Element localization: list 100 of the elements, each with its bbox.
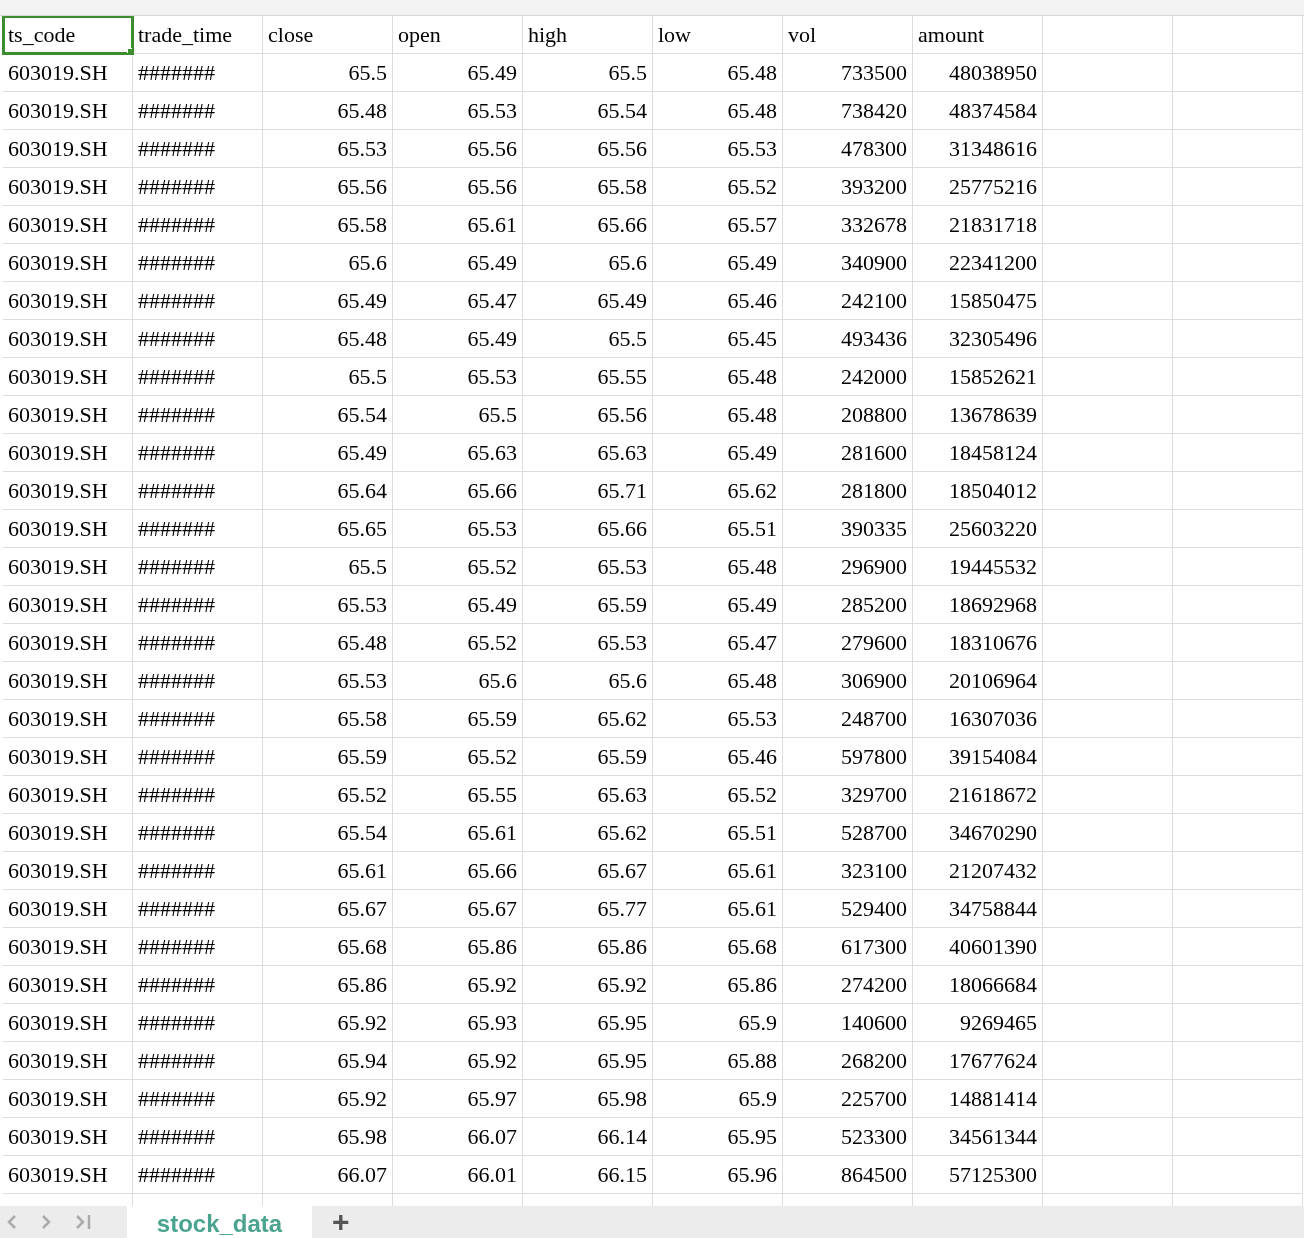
empty-cell[interactable]	[1173, 1156, 1303, 1194]
table-cell[interactable]: 17677624	[913, 1042, 1043, 1080]
table-cell[interactable]: 603019.SH	[3, 700, 133, 738]
table-cell[interactable]: 603019.SH	[3, 890, 133, 928]
table-cell[interactable]: 65.64	[263, 472, 393, 510]
table-cell[interactable]: 65.49	[393, 54, 523, 92]
table-cell[interactable]: 18310676	[913, 624, 1043, 662]
table-cell[interactable]: 332678	[783, 206, 913, 244]
table-cell[interactable]: 65.86	[653, 966, 783, 1004]
empty-cell[interactable]	[1173, 966, 1303, 1004]
table-cell[interactable]: 34561344	[913, 1118, 1043, 1156]
table-cell[interactable]: 65.53	[263, 662, 393, 700]
empty-cell[interactable]	[1173, 472, 1303, 510]
table-cell[interactable]: 603019.SH	[3, 1004, 133, 1042]
table-cell[interactable]: 65.92	[523, 966, 653, 1004]
table-cell[interactable]: 65.53	[393, 510, 523, 548]
empty-cell[interactable]	[1043, 624, 1173, 662]
table-cell[interactable]: #######	[133, 1004, 263, 1042]
table-cell[interactable]: 65.45	[653, 320, 783, 358]
empty-cell[interactable]	[1173, 662, 1303, 700]
table-cell[interactable]: 65.5	[263, 548, 393, 586]
empty-cell[interactable]	[1043, 1156, 1173, 1194]
table-cell[interactable]: 65.54	[263, 396, 393, 434]
table-cell[interactable]: #######	[133, 1080, 263, 1118]
table-cell[interactable]: #######	[133, 814, 263, 852]
table-cell[interactable]: 65.49	[393, 244, 523, 282]
table-cell[interactable]: 65.49	[393, 320, 523, 358]
table-cell[interactable]: 65.5	[523, 320, 653, 358]
empty-cell[interactable]	[1043, 206, 1173, 244]
table-cell[interactable]: 603019.SH	[3, 206, 133, 244]
table-cell[interactable]: 65.71	[523, 472, 653, 510]
empty-cell[interactable]	[1043, 662, 1173, 700]
table-cell[interactable]: 65.59	[523, 586, 653, 624]
table-cell[interactable]: 603019.SH	[3, 510, 133, 548]
empty-cell[interactable]	[1043, 890, 1173, 928]
table-cell[interactable]: #######	[133, 54, 263, 92]
table-cell[interactable]: 65.63	[393, 434, 523, 472]
table-cell[interactable]: 20106964	[913, 662, 1043, 700]
last-sheet-icon[interactable]	[74, 1214, 92, 1230]
empty-cell[interactable]	[1173, 776, 1303, 814]
table-cell[interactable]: 48374584	[913, 92, 1043, 130]
previous-sheet-icon[interactable]	[6, 1214, 18, 1230]
empty-cell[interactable]	[1173, 1080, 1303, 1118]
table-cell[interactable]: 65.5	[523, 54, 653, 92]
empty-cell[interactable]	[1173, 396, 1303, 434]
table-cell[interactable]: #######	[133, 92, 263, 130]
table-cell[interactable]: 65.5	[393, 396, 523, 434]
empty-cell[interactable]	[1043, 1004, 1173, 1042]
table-cell[interactable]: #######	[133, 282, 263, 320]
empty-cell[interactable]	[1173, 282, 1303, 320]
table-cell[interactable]: 65.53	[523, 624, 653, 662]
table-cell[interactable]: 738420	[783, 92, 913, 130]
table-cell[interactable]: 478300	[783, 130, 913, 168]
table-cell[interactable]: 31348616	[913, 130, 1043, 168]
table-cell[interactable]: 65.9	[653, 1080, 783, 1118]
table-cell[interactable]: 65.47	[393, 282, 523, 320]
empty-cell[interactable]	[1043, 814, 1173, 852]
table-cell[interactable]: 65.53	[393, 358, 523, 396]
table-cell[interactable]: 18066684	[913, 966, 1043, 1004]
empty-cell[interactable]	[1043, 244, 1173, 282]
table-cell[interactable]: high	[523, 16, 653, 54]
table-cell[interactable]: 65.48	[263, 92, 393, 130]
empty-cell[interactable]	[1043, 396, 1173, 434]
table-cell[interactable]: 22341200	[913, 244, 1043, 282]
table-cell[interactable]: 32305496	[913, 320, 1043, 358]
table-cell[interactable]: 281600	[783, 434, 913, 472]
table-cell[interactable]: 65.95	[523, 1042, 653, 1080]
table-cell[interactable]: 65.94	[263, 1042, 393, 1080]
table-cell[interactable]: 65.58	[523, 168, 653, 206]
empty-cell[interactable]	[1043, 92, 1173, 130]
table-cell[interactable]: #######	[133, 776, 263, 814]
empty-cell[interactable]	[1043, 1080, 1173, 1118]
table-cell[interactable]: 65.6	[263, 244, 393, 282]
table-cell[interactable]: 65.52	[393, 548, 523, 586]
table-cell[interactable]: 65.67	[263, 890, 393, 928]
table-cell[interactable]: 65.61	[653, 852, 783, 890]
table-cell[interactable]: 140600	[783, 1004, 913, 1042]
table-cell[interactable]: 268200	[783, 1042, 913, 1080]
table-cell[interactable]: 603019.SH	[3, 1156, 133, 1194]
table-cell[interactable]: 57125300	[913, 1156, 1043, 1194]
table-cell[interactable]: 393200	[783, 168, 913, 206]
empty-cell[interactable]	[1173, 928, 1303, 966]
empty-cell[interactable]	[1043, 928, 1173, 966]
table-cell[interactable]: 65.95	[653, 1118, 783, 1156]
empty-cell[interactable]	[1173, 624, 1303, 662]
table-cell[interactable]: 529400	[783, 890, 913, 928]
table-cell[interactable]: 208800	[783, 396, 913, 434]
table-cell[interactable]: 603019.SH	[3, 320, 133, 358]
empty-cell[interactable]	[1173, 1004, 1303, 1042]
table-cell[interactable]: 242000	[783, 358, 913, 396]
table-cell[interactable]: 66.14	[523, 1118, 653, 1156]
table-cell[interactable]: 65.59	[263, 738, 393, 776]
table-cell[interactable]: 493436	[783, 320, 913, 358]
table-cell[interactable]: 65.5	[263, 358, 393, 396]
table-cell[interactable]: vol	[783, 16, 913, 54]
table-cell[interactable]: 65.56	[393, 168, 523, 206]
table-cell[interactable]: 733500	[783, 54, 913, 92]
table-cell[interactable]: #######	[133, 358, 263, 396]
table-cell[interactable]: open	[393, 16, 523, 54]
table-cell[interactable]: close	[263, 16, 393, 54]
